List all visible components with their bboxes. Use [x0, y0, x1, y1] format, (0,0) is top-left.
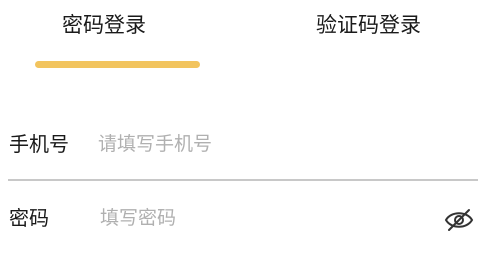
- eye-slash-icon[interactable]: [443, 207, 475, 233]
- phone-label: 手机号: [9, 132, 69, 156]
- tab-password-login[interactable]: 密码登录: [62, 10, 146, 40]
- password-label: 密码: [9, 206, 49, 230]
- active-tab-indicator: [35, 61, 200, 68]
- phone-divider: [8, 179, 478, 181]
- tab-code-login[interactable]: 验证码登录: [316, 10, 421, 40]
- phone-input[interactable]: [98, 129, 458, 159]
- password-input[interactable]: [100, 203, 420, 233]
